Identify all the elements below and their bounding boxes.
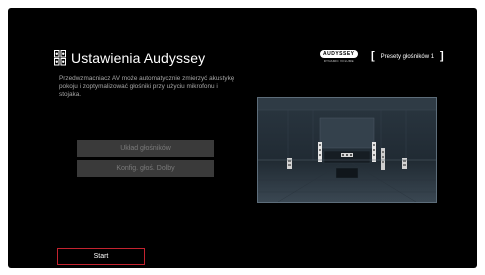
audyssey-logo-text: AUDYSSEY — [320, 50, 358, 58]
page-title: Ustawienia Audyssey — [71, 50, 206, 66]
audyssey-logo-subtext: DYNAMIC VOLUME — [323, 59, 354, 63]
description-text: Przedwzmacniacz AV może automatycznie zm… — [59, 75, 235, 98]
room-speaker-setup-icon — [258, 98, 436, 202]
speaker-preset-indicator: [ Presety głośników 1 ] — [371, 51, 444, 62]
header: Ustawienia Audyssey — [54, 50, 205, 66]
speaker-layout-button[interactable]: Układ głośników — [77, 140, 214, 157]
preset-bracket-open: [ — [371, 50, 375, 62]
room-speaker-illustration — [257, 97, 437, 203]
screen: Ustawienia Audyssey AUDYSSEY DYNAMIC VOL… — [8, 8, 477, 268]
start-button[interactable]: Start — [57, 248, 145, 265]
dolby-speaker-config-button[interactable]: Konfig. głoś. Dolby — [77, 160, 214, 177]
audyssey-logo: AUDYSSEY DYNAMIC VOLUME — [320, 50, 358, 63]
setup-icon — [54, 50, 66, 66]
preset-bracket-close: ] — [440, 50, 444, 62]
preset-label: Presety głośników 1 — [380, 53, 435, 60]
